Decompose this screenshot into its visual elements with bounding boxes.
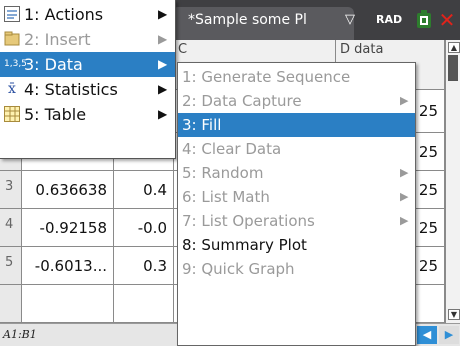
submenu-arrow-icon: ▶ [400,214,409,227]
table-icon [4,106,20,122]
menu-item-table[interactable]: 5: Table ▶ [0,102,175,127]
table-cell[interactable]: 0.636638 [22,171,114,209]
scroll-up-icon[interactable]: ▲ [448,42,460,53]
angle-mode-indicator: RAD [376,13,403,26]
cell-reference: A1:B1 [3,328,37,341]
table-cell[interactable]: -0.6013... [22,247,114,285]
close-icon[interactable]: ✕ [436,9,458,31]
vertical-scrollbar[interactable]: ▲ ▼ [445,40,460,323]
table-cell[interactable]: 0.3 [114,247,174,285]
actions-icon [4,6,20,22]
table-cell[interactable]: -0.0 [114,209,174,247]
data-icon: 1,3,5 [4,59,27,69]
row-number: 5 [0,247,22,285]
submenu-item-label: 9: Quick Graph [182,260,295,278]
submenu-item-label: 4: Clear Data [182,140,282,158]
submenu-item-label: 1: Generate Sequence [182,68,351,86]
menu-item-label: 1: Actions [24,5,104,24]
menu-item-label: 5: Table [24,105,87,124]
table-cell[interactable] [22,285,114,323]
scroll-thumb[interactable] [448,55,458,81]
insert-icon [4,31,20,46]
submenu-arrow-icon: ▶ [158,57,168,71]
table-cell[interactable] [114,285,174,323]
submenu-item-random[interactable]: 5: Random ▶ [178,161,415,185]
row-number: 4 [0,209,22,247]
submenu-item-label: 5: Random [182,164,264,182]
data-submenu: 1: Generate Sequence 2: Data Capture ▶ 3… [177,62,416,346]
menu-item-insert[interactable]: 2: Insert ▶ [0,27,175,52]
submenu-item-list-operations[interactable]: 7: List Operations ▶ [178,209,415,233]
submenu-item-label: 8: Summary Plot [182,236,307,254]
submenu-item-summary-plot[interactable]: 8: Summary Plot [178,233,415,257]
submenu-item-quick-graph[interactable]: 9: Quick Graph [178,257,415,281]
submenu-item-label: 6: List Math [182,188,270,206]
right-arrow-icon: ▶ [444,328,454,341]
submenu-item-data-capture[interactable]: 2: Data Capture ▶ [178,89,415,113]
submenu-item-clear-data[interactable]: 4: Clear Data [178,137,415,161]
menu-item-label: 2: Insert [24,30,91,49]
submenu-arrow-icon: ▶ [158,107,168,121]
previous-page-button[interactable]: ◀ [417,326,437,344]
submenu-arrow-icon: ▶ [400,166,409,179]
submenu-item-label: 3: Fill [182,116,222,134]
submenu-arrow-icon: ▶ [400,94,409,107]
menu-item-data[interactable]: 1,3,5 3: Data ▶ [0,52,175,77]
submenu-arrow-icon: ▶ [158,7,168,21]
menu-item-actions[interactable]: 1: Actions ▶ [0,2,175,27]
statistics-icon: x̄ [8,81,16,97]
scroll-down-icon[interactable]: ▼ [448,309,460,320]
main-menu: 1: Actions ▶ 2: Insert ▶ 1,3,5 3: Data ▶… [0,0,176,159]
menu-item-label: 4: Statistics [24,80,118,99]
menu-item-statistics[interactable]: x̄ 4: Statistics ▶ [0,77,175,102]
left-arrow-icon: ◀ [422,328,432,341]
submenu-item-list-math[interactable]: 6: List Math ▶ [178,185,415,209]
document-dropdown-icon[interactable]: ▽ [345,9,355,31]
row-number [0,285,22,323]
table-cell[interactable]: 0.4 [114,171,174,209]
submenu-item-label: 7: List Operations [182,212,315,230]
table-cell[interactable]: -0.92158 [22,209,114,247]
battery-icon [417,10,431,28]
submenu-arrow-icon: ▶ [158,32,168,46]
submenu-arrow-icon: ▶ [400,190,409,203]
next-page-button[interactable]: ▶ [439,326,459,344]
submenu-item-fill[interactable]: 3: Fill [178,113,415,137]
document-title[interactable]: *Sample some Pl [188,9,338,31]
submenu-item-generate-sequence[interactable]: 1: Generate Sequence [178,65,415,89]
row-number: 3 [0,171,22,209]
submenu-arrow-icon: ▶ [158,82,168,96]
submenu-item-label: 2: Data Capture [182,92,302,110]
menu-item-label: 3: Data [24,55,83,74]
